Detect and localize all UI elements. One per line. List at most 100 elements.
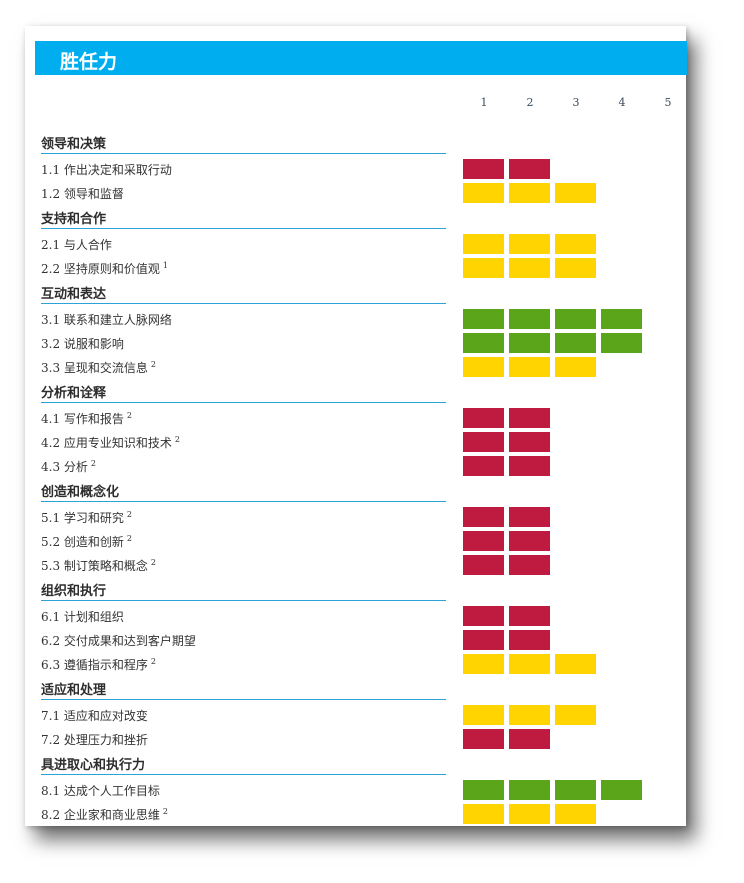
- section-divider: [41, 600, 446, 601]
- competency-label: 1.1 作出决定和采取行动: [41, 163, 172, 177]
- level-bar-yellow: [509, 804, 550, 824]
- level-bar-yellow: [509, 654, 550, 674]
- level-bar-red: [509, 555, 550, 575]
- footnote-marker: 2: [162, 807, 168, 816]
- competency-item: 5.2 创造和创新 2: [41, 533, 461, 550]
- level-bar-green: [555, 309, 596, 329]
- section-divider: [41, 774, 446, 775]
- competency-label: 2.1 与人合作: [41, 238, 112, 252]
- section-divider: [41, 699, 446, 700]
- section-title: 创造和概念化: [41, 485, 120, 500]
- level-bar-yellow: [509, 705, 550, 725]
- footnote-marker: 2: [126, 510, 132, 519]
- competency-label: 6.1 计划和组织: [41, 610, 124, 624]
- competency-label: 4.3 分析: [41, 460, 88, 474]
- level-bar-red: [509, 408, 550, 428]
- footnote-marker: 2: [126, 534, 132, 543]
- footnote-marker: 2: [90, 459, 96, 468]
- competency-item: 7.2 处理压力和挫折: [41, 731, 461, 748]
- level-bar-green: [555, 333, 596, 353]
- level-bar-yellow: [555, 705, 596, 725]
- competency-item: 6.1 计划和组织: [41, 608, 461, 625]
- level-bar-yellow: [555, 183, 596, 203]
- level-bar-green: [601, 309, 642, 329]
- competency-label: 3.1 联系和建立人脉网络: [41, 313, 172, 327]
- level-bar-yellow: [555, 804, 596, 824]
- level-bar-yellow: [509, 357, 550, 377]
- competency-label: 1.2 领导和监督: [41, 187, 124, 201]
- level-bar-green: [509, 333, 550, 353]
- scale-number-5: 5: [664, 96, 672, 109]
- header-bar: 胜任力: [35, 41, 687, 75]
- level-bar-yellow: [463, 804, 504, 824]
- section-title: 适应和处理: [41, 683, 107, 698]
- competency-item: 3.1 联系和建立人脉网络: [41, 311, 461, 328]
- level-bar-red: [509, 531, 550, 551]
- level-bar-red: [463, 408, 504, 428]
- level-bar-yellow: [509, 183, 550, 203]
- section-divider: [41, 501, 446, 502]
- level-bar-red: [463, 432, 504, 452]
- competency-item: 2.1 与人合作: [41, 236, 461, 253]
- level-bar-red: [463, 630, 504, 650]
- section-divider: [41, 153, 446, 154]
- level-bar-yellow: [555, 654, 596, 674]
- level-bar-yellow: [463, 183, 504, 203]
- scale-number-4: 4: [618, 96, 626, 109]
- level-bar-red: [463, 507, 504, 527]
- scale-number-2: 2: [526, 96, 534, 109]
- section-title: 组织和执行: [41, 584, 107, 599]
- level-bar-yellow: [463, 357, 504, 377]
- level-bar-green: [601, 333, 642, 353]
- level-bar-red: [509, 729, 550, 749]
- competency-label: 8.1 达成个人工作目标: [41, 784, 160, 798]
- level-bar-red: [509, 507, 550, 527]
- level-bar-red: [463, 159, 504, 179]
- footnote-marker: 2: [126, 411, 132, 420]
- level-bar-yellow: [463, 705, 504, 725]
- footnote-marker: 2: [174, 435, 180, 444]
- competency-label: 5.2 创造和创新: [41, 535, 124, 549]
- competency-item: 5.3 制订策略和概念 2: [41, 557, 461, 574]
- level-bar-yellow: [463, 234, 504, 254]
- section-title: 支持和合作: [41, 212, 107, 227]
- level-bar-red: [463, 606, 504, 626]
- level-bar-green: [463, 333, 504, 353]
- competency-label: 7.1 适应和应对改变: [41, 709, 148, 723]
- level-bar-yellow: [463, 654, 504, 674]
- report-page: 胜任力 1 2 3 4 5 领导和决策 1.1 作出决定和采取行动 1.2 领导和监督 支持和…: [25, 26, 687, 826]
- level-bar-yellow: [555, 234, 596, 254]
- footnote-marker: 1: [162, 261, 168, 270]
- level-bar-red: [509, 606, 550, 626]
- level-bar-yellow: [463, 258, 504, 278]
- section-divider: [41, 402, 446, 403]
- competency-item: 1.1 作出决定和采取行动: [41, 161, 461, 178]
- level-bar-red: [463, 729, 504, 749]
- level-bar-yellow: [509, 234, 550, 254]
- level-bar-green: [601, 780, 642, 800]
- competency-label: 7.2 处理压力和挫折: [41, 733, 148, 747]
- competency-label: 4.2 应用专业知识和技术: [41, 436, 172, 450]
- footnote-marker: 2: [150, 558, 156, 567]
- level-bar-green: [509, 309, 550, 329]
- section-title: 分析和诠释: [41, 386, 107, 401]
- competency-label: 8.2 企业家和商业思维: [41, 808, 160, 822]
- competency-item: 4.2 应用专业知识和技术 2: [41, 434, 461, 451]
- competency-item: 6.2 交付成果和达到客户期望: [41, 632, 461, 649]
- competency-item: 7.1 适应和应对改变: [41, 707, 461, 724]
- competency-item: 4.1 写作和报告 2: [41, 410, 461, 427]
- section-divider: [41, 228, 446, 229]
- level-bar-green: [509, 780, 550, 800]
- level-bar-red: [509, 159, 550, 179]
- level-bar-red: [509, 630, 550, 650]
- competency-item: 4.3 分析 2: [41, 458, 461, 475]
- competency-item: 6.3 遵循指示和程序 2: [41, 656, 461, 673]
- competency-item: 3.3 呈现和交流信息 2: [41, 359, 461, 376]
- level-bar-red: [509, 432, 550, 452]
- competency-item: 8.1 达成个人工作目标: [41, 782, 461, 799]
- competency-item: 8.2 企业家和商业思维 2: [41, 806, 461, 823]
- competency-label: 6.3 遵循指示和程序: [41, 658, 148, 672]
- section-title: 领导和决策: [41, 137, 107, 152]
- level-bar-yellow: [509, 258, 550, 278]
- scale-number-3: 3: [572, 96, 580, 109]
